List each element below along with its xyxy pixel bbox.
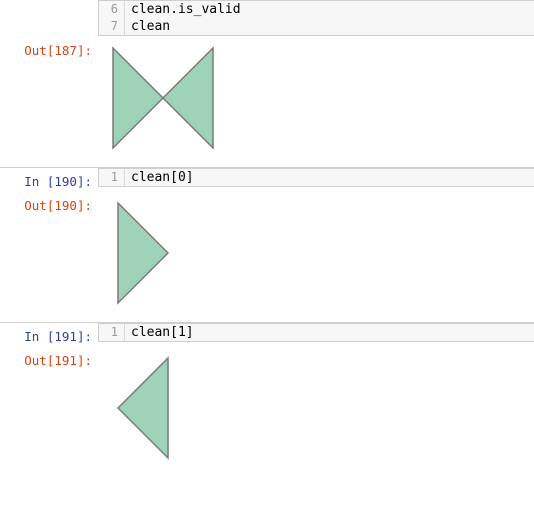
line-number: 1 <box>99 324 125 341</box>
code-area[interactable]: 1 clean[1] <box>98 323 534 342</box>
code-line: 7 clean <box>99 18 534 35</box>
out-prompt: Out[190]: <box>0 192 98 215</box>
output-cell: Out[191]: <box>0 346 534 477</box>
prompt-empty <box>0 0 98 5</box>
code-text: clean.is_valid <box>125 1 241 18</box>
output-area <box>98 37 534 167</box>
code-line: 6 clean.is_valid <box>99 1 534 18</box>
out-num: 187 <box>54 43 77 58</box>
in-word: In <box>24 174 47 189</box>
in-num: 191 <box>54 329 77 344</box>
code-text: clean <box>125 18 170 35</box>
line-number: 1 <box>99 169 125 186</box>
output-area <box>98 347 534 477</box>
code-line: 1 clean[1] <box>99 324 534 341</box>
code-area[interactable]: 1 clean[0] <box>98 168 534 187</box>
code-line: 1 clean[0] <box>99 169 534 186</box>
bowtie-shape-icon <box>108 43 218 153</box>
input-cell: In [191]: 1 clean[1] <box>0 322 534 346</box>
in-num: 190 <box>54 174 77 189</box>
out-word: Out <box>24 353 47 368</box>
output-cell: Out[187]: <box>0 36 534 167</box>
line-number: 7 <box>99 18 125 35</box>
out-word: Out <box>24 43 47 58</box>
line-number: 6 <box>99 1 125 18</box>
triangle-left-icon <box>108 353 178 463</box>
out-num: 190 <box>54 198 77 213</box>
triangle-right-icon <box>108 198 178 308</box>
code-cell-tail: 6 clean.is_valid 7 clean <box>0 0 534 36</box>
output-area <box>98 192 534 322</box>
out-word: Out <box>24 198 47 213</box>
out-prompt: Out[191]: <box>0 347 98 370</box>
input-cell: In [190]: 1 clean[0] <box>0 167 534 191</box>
code-text: clean[0] <box>125 169 194 186</box>
out-num: 191 <box>54 353 77 368</box>
code-area[interactable]: 6 clean.is_valid 7 clean <box>98 0 534 36</box>
in-word: In <box>24 329 47 344</box>
out-prompt: Out[187]: <box>0 37 98 60</box>
code-text: clean[1] <box>125 324 194 341</box>
in-prompt: In [191]: <box>0 323 98 346</box>
in-prompt: In [190]: <box>0 168 98 191</box>
output-cell: Out[190]: <box>0 191 534 322</box>
